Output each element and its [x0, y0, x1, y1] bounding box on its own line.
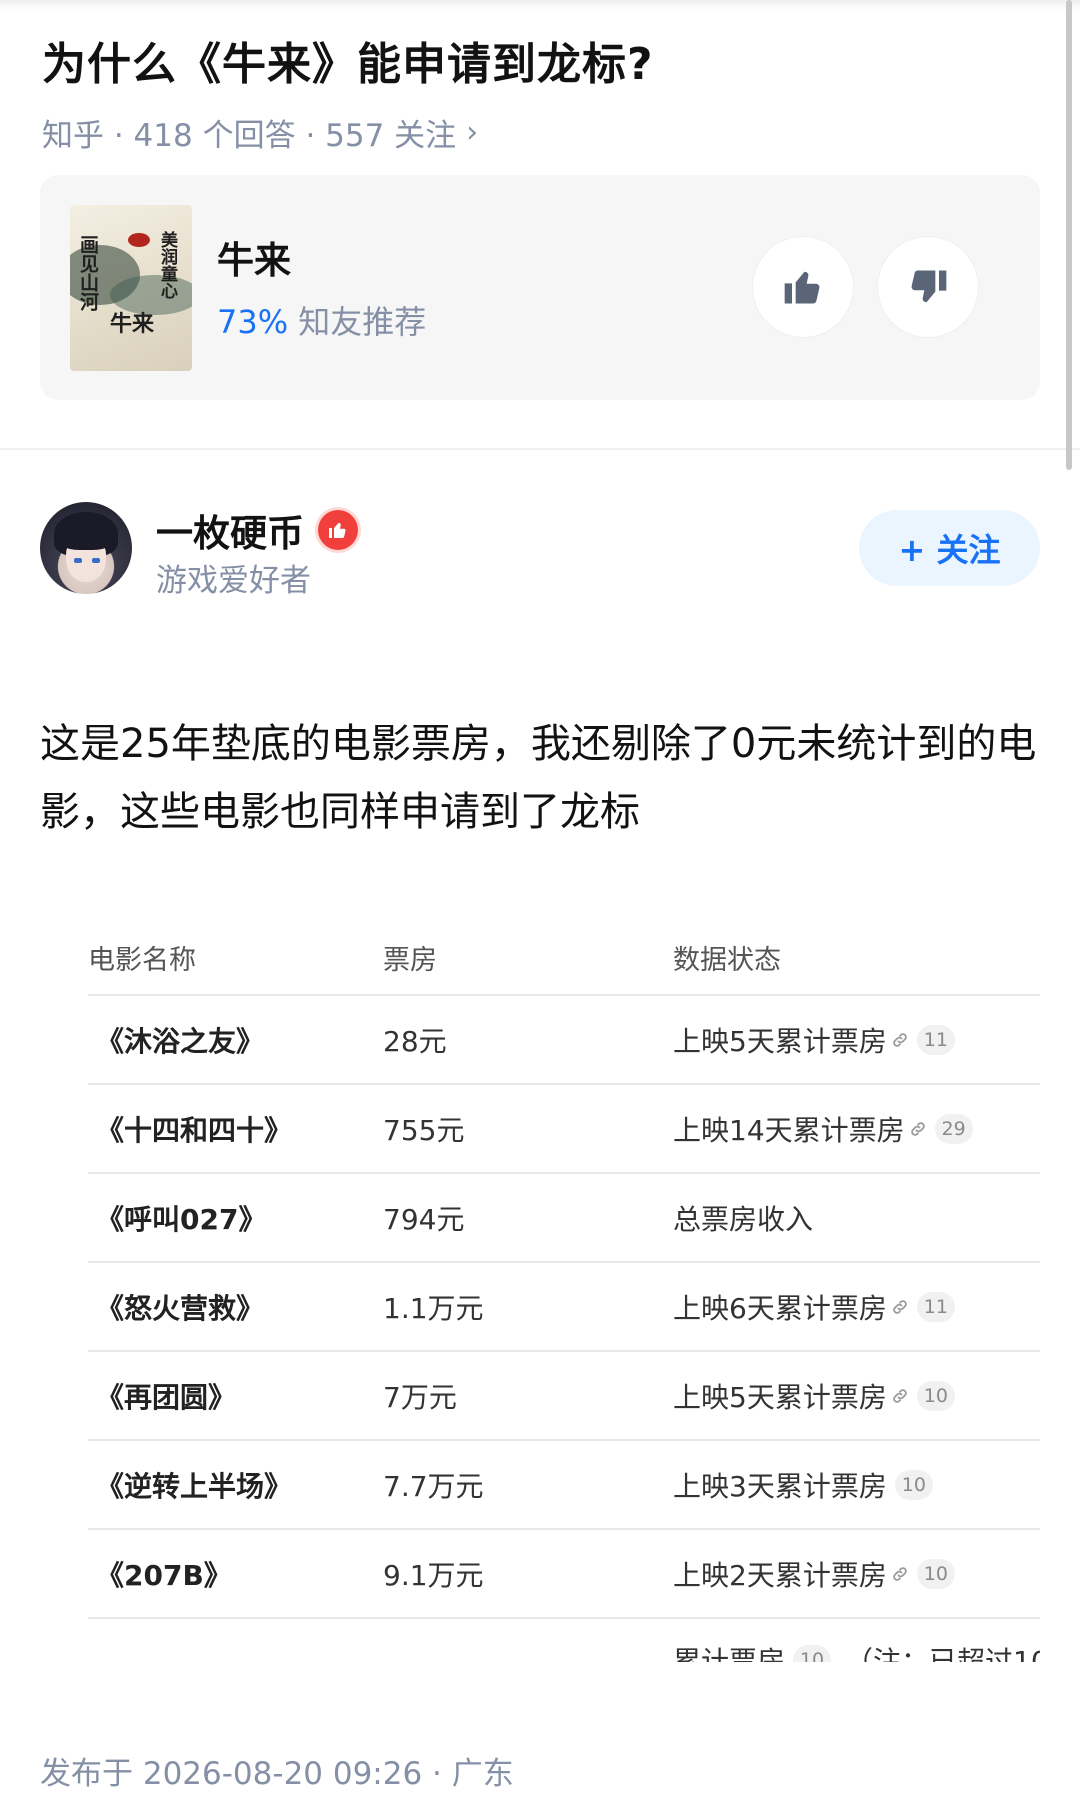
- author-name-text: 一枚硬币: [156, 512, 304, 555]
- table-row: 《十四和四十》 755元 上映14天累计票房 29: [88, 1085, 1040, 1174]
- status-text: 上映5天累计票房: [673, 1380, 887, 1414]
- movie-name[interactable]: 牛来: [217, 230, 291, 284]
- cell-movie-name: 《呼叫027》: [96, 1202, 267, 1236]
- cell-box-office: 755元: [383, 1113, 465, 1147]
- cell-movie-name: 《逆转上半场》: [96, 1469, 293, 1503]
- cell-movie-name: 《再团圆》: [96, 1380, 237, 1414]
- cell-movie-name: 《207B》: [96, 1558, 232, 1592]
- thumb-up-icon: [784, 271, 820, 304]
- recommend-percent: 73%: [217, 303, 289, 341]
- citation-badge[interactable]: 10: [894, 1469, 933, 1500]
- cell-box-office: 794元: [383, 1202, 465, 1236]
- link-icon[interactable]: [891, 1031, 909, 1049]
- status-text: 上映3天累计票房: [673, 1469, 887, 1503]
- cell-box-office: 9.1万元: [383, 1558, 484, 1592]
- cell-box-office: 7.7万元: [383, 1469, 484, 1503]
- cell-box-office: 1.1万元: [383, 1291, 484, 1325]
- poster-title: 牛来: [110, 311, 155, 337]
- poster-text-2: 美润童心: [157, 231, 177, 299]
- cell-data-status: 上映5天累计票房 10: [673, 1352, 955, 1439]
- status-text: 上映5天累计票房: [673, 1024, 887, 1058]
- citation-badge[interactable]: 29: [934, 1113, 973, 1144]
- cell-box-office: 7万元: [383, 1380, 457, 1414]
- question-meta[interactable]: 知乎 · 418 个回答 · 557 关注 ›: [42, 110, 478, 155]
- table-row: 《再团圆》 7万元 上映5天累计票房 10: [88, 1352, 1040, 1441]
- citation-badge[interactable]: 11: [916, 1291, 955, 1322]
- cell-movie-name: 《十四和四十》: [96, 1113, 293, 1147]
- thumb-up-button[interactable]: [753, 237, 853, 337]
- author-badge-icon: [318, 510, 358, 550]
- citation-badge[interactable]: 10: [916, 1558, 955, 1589]
- author-avatar[interactable]: [40, 502, 132, 594]
- cell-data-status: 总票房收入: [673, 1174, 813, 1261]
- question-title[interactable]: 为什么《牛来》能申请到龙标?: [42, 28, 654, 92]
- link-icon[interactable]: [891, 1298, 909, 1316]
- box-office-table: 电影名称 票房 数据状态 《沐浴之友》 28元 上映5天累计票房 11 《十四和四十》 7…: [88, 920, 1040, 1619]
- table-row-partial: 累计票房 10 （注：已超过10: [88, 1640, 1040, 1662]
- table-row: 《沐浴之友》 28元 上映5天累计票房 11: [88, 996, 1040, 1085]
- author-bio: 游戏爱好者: [156, 563, 311, 599]
- cell-movie-name: 《沐浴之友》: [96, 1024, 265, 1058]
- status-text: 上映14天累计票房: [673, 1113, 905, 1147]
- table-row: 《207B》 9.1万元 上映2天累计票房 10: [88, 1530, 1040, 1619]
- cell-data-status: 上映5天累计票房 11: [673, 996, 955, 1083]
- header-box-office: 票房: [383, 944, 437, 976]
- status-text: 上映2天累计票房: [673, 1558, 887, 1592]
- table-row: 《怒火营救》 1.1万元 上映6天累计票房 11: [88, 1263, 1040, 1352]
- citation-badge[interactable]: 11: [916, 1024, 955, 1055]
- partial-status: 累计票房: [673, 1645, 786, 1662]
- cell-data-status: 上映2天累计票房 10: [673, 1530, 955, 1617]
- cell-movie-name: 《怒火营救》: [96, 1291, 265, 1325]
- thumb-down-button[interactable]: [878, 237, 978, 337]
- chevron-right-icon: ›: [466, 115, 479, 150]
- partial-note: （注：已超过10: [845, 1645, 1040, 1662]
- recommend-label: 知友推荐: [298, 303, 427, 341]
- citation-badge[interactable]: 10: [916, 1380, 955, 1411]
- link-icon[interactable]: [891, 1387, 909, 1405]
- cell-data-status: 上映14天累计票房 29: [673, 1085, 973, 1172]
- link-icon[interactable]: [891, 1565, 909, 1583]
- header-data-status: 数据状态: [673, 944, 781, 976]
- section-divider: [0, 448, 1080, 450]
- thumb-down-icon: [911, 270, 947, 303]
- author-name[interactable]: 一枚硬币: [156, 503, 358, 557]
- cell-data-status: 上映6天累计票房 11: [673, 1263, 955, 1350]
- poster-text-1: 画见山河: [77, 235, 99, 311]
- movie-recommend: 73% 知友推荐: [217, 297, 426, 343]
- follow-button[interactable]: + 关注: [859, 510, 1040, 586]
- cell-data-status: 上映3天累计票房 10: [673, 1441, 933, 1528]
- table-row: 《呼叫027》 794元 总票房收入: [88, 1174, 1040, 1263]
- link-icon[interactable]: [909, 1120, 927, 1138]
- cell-box-office: 28元: [383, 1024, 447, 1058]
- top-shadow: [0, 0, 1080, 10]
- movie-card[interactable]: 画见山河 美润童心 牛来 牛来 73% 知友推荐: [40, 175, 1040, 400]
- table-header: 电影名称 票房 数据状态: [88, 920, 1040, 996]
- status-text: 上映6天累计票房: [673, 1291, 887, 1325]
- status-text: 总票房收入: [673, 1202, 814, 1236]
- question-stats: 知乎 · 418 个回答 · 557 关注: [42, 118, 457, 154]
- publish-info: 发布于 2026-08-20 09:26 · 广东: [40, 1756, 514, 1792]
- answer-text: 这是25年垫底的电影票房，我还剔除了0元未统计到的电影，这些电影也同样申请到了龙…: [40, 721, 1037, 835]
- citation-badge[interactable]: 10: [793, 1645, 832, 1662]
- scrollbar[interactable]: [1066, 0, 1072, 470]
- movie-poster[interactable]: 画见山河 美润童心 牛来: [70, 205, 192, 371]
- header-movie-name: 电影名称: [88, 944, 196, 976]
- table-row: 《逆转上半场》 7.7万元 上映3天累计票房 10: [88, 1441, 1040, 1530]
